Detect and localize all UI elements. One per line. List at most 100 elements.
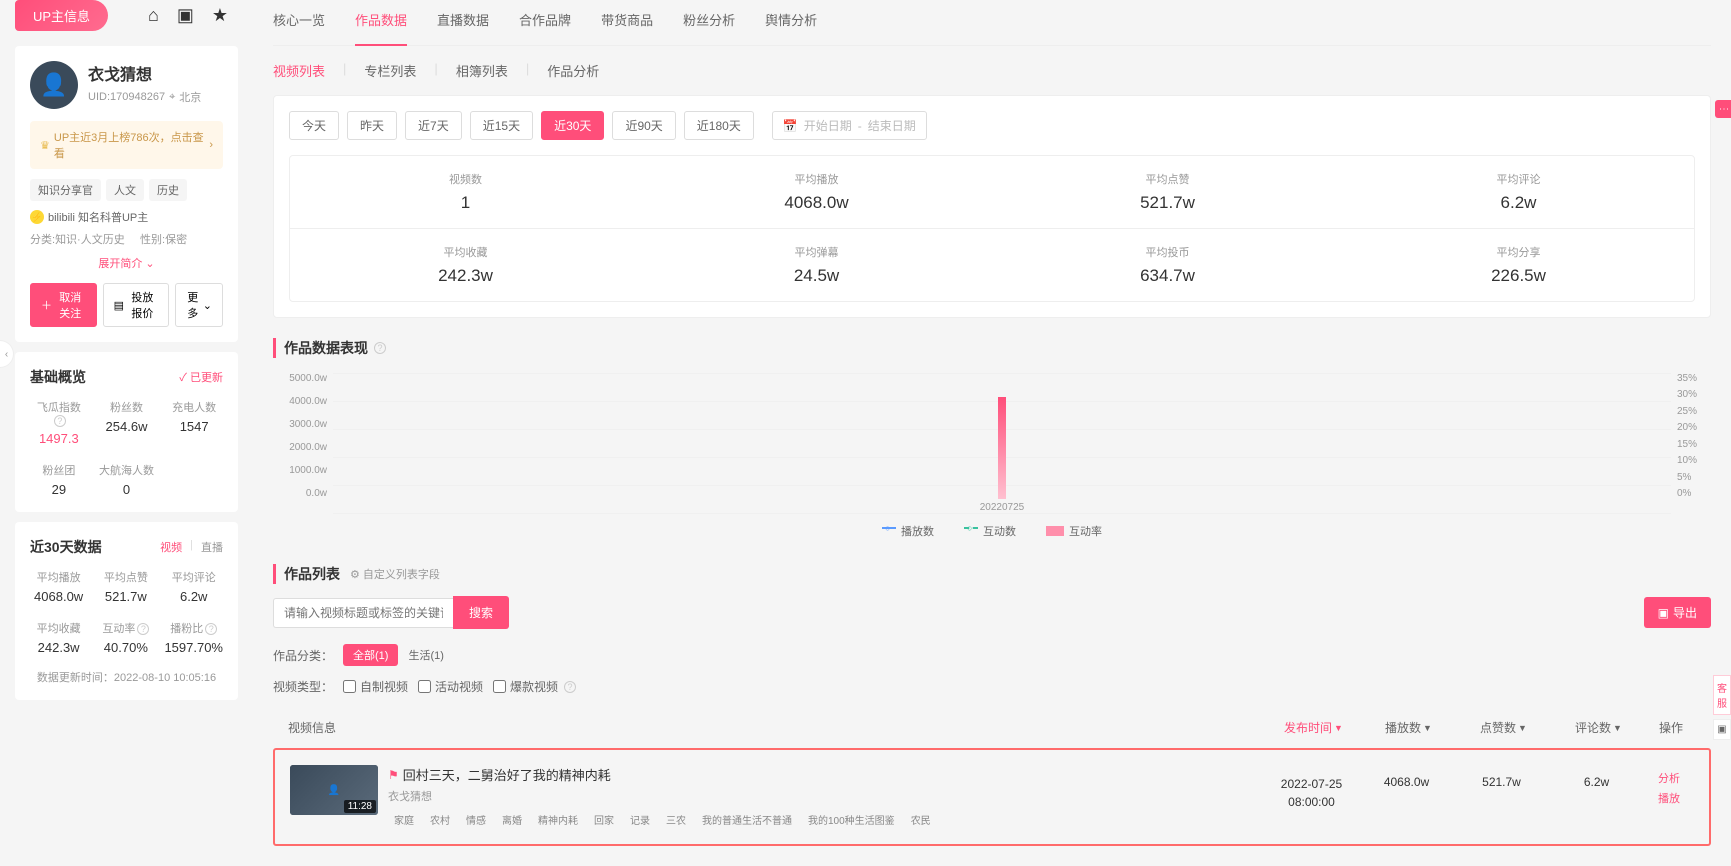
overview-title: 基础概览	[30, 367, 86, 387]
cell-play: 4068.0w	[1359, 765, 1454, 789]
stat-value: 29	[30, 482, 88, 497]
legend-play[interactable]: 播放数	[882, 523, 934, 539]
search-button[interactable]: 搜索	[453, 596, 509, 629]
search-input[interactable]	[273, 598, 453, 628]
sub-tab[interactable]: 作品分析	[547, 61, 599, 80]
float-qr[interactable]: ▣	[1713, 719, 1731, 740]
stat-label: 平均弹幕	[641, 244, 992, 260]
stat-label: 平均收藏	[290, 244, 641, 260]
top-tab[interactable]: 粉丝分析	[683, 10, 735, 35]
vtype-hot[interactable]: 爆款视频?	[493, 678, 576, 695]
subtab-live[interactable]: 直播	[201, 539, 223, 555]
video-tag[interactable]: 离婚	[496, 810, 528, 829]
video-tag[interactable]: 我的普通生活不普通	[696, 810, 798, 829]
stat-label: 充电人数	[165, 399, 223, 415]
custom-columns-link[interactable]: ⚙自定义列表字段	[350, 566, 440, 582]
time-option[interactable]: 近90天	[612, 111, 675, 140]
th-op: 操作	[1646, 719, 1696, 736]
date-range-picker[interactable]: 📅开始日期-结束日期	[772, 111, 927, 140]
cell-time: 2022-07-25 08:00:00	[1264, 765, 1359, 811]
video-tag[interactable]: 我的100种生活图鉴	[802, 810, 901, 829]
filter-life[interactable]: 生活(1)	[408, 647, 443, 663]
expand-intro-link[interactable]: 展开简介 ⌄	[30, 255, 223, 271]
legend-rate[interactable]: 互动率	[1046, 523, 1102, 539]
stat-label: 平均播放	[30, 569, 87, 585]
stat-value: 521.7w	[992, 193, 1343, 213]
th-play[interactable]: 播放数▼	[1361, 719, 1456, 736]
tag[interactable]: 知识分享官	[30, 179, 101, 201]
star-icon[interactable]: ★	[212, 5, 228, 26]
profile-card: 👤 衣戈猜想 UID:170948267 ⌖ 北京 ♛ UP主近3月上榜786次…	[15, 46, 238, 342]
top-tab[interactable]: 带货商品	[601, 10, 653, 35]
video-tag[interactable]: 记录	[624, 810, 656, 829]
chevron-down-icon: ⌄	[145, 258, 154, 270]
video-tag[interactable]: 农村	[424, 810, 456, 829]
sub-tab[interactable]: 相簿列表	[456, 61, 508, 80]
duration-badge: 11:28	[344, 800, 376, 813]
chart-section-title: 作品数据表现	[284, 338, 368, 358]
top-tab[interactable]: 合作品牌	[519, 10, 571, 35]
help-icon[interactable]: ?	[564, 681, 576, 693]
video-tag[interactable]: 精神内耗	[532, 810, 584, 829]
avatar[interactable]: 👤	[30, 61, 78, 109]
video-tag[interactable]: 家庭	[388, 810, 420, 829]
filter-all[interactable]: 全部(1)	[343, 644, 398, 666]
rank-banner[interactable]: ♛ UP主近3月上榜786次，点击查看 ›	[30, 121, 223, 169]
more-button[interactable]: 更多 ⌄	[175, 283, 223, 327]
time-option[interactable]: 今天	[289, 111, 339, 140]
cell-like: 521.7w	[1454, 765, 1549, 789]
stat-label: 平均播放	[641, 171, 992, 187]
top-tab[interactable]: 核心一览	[273, 10, 325, 35]
sub-tab[interactable]: 视频列表	[273, 61, 325, 80]
video-tag[interactable]: 三农	[660, 810, 692, 829]
th-comment[interactable]: 评论数▼	[1551, 719, 1646, 736]
vtype-event[interactable]: 活动视频	[418, 678, 483, 695]
vtype-self[interactable]: 自制视频	[343, 678, 408, 695]
time-option[interactable]: 近7天	[405, 111, 462, 140]
time-option[interactable]: 近180天	[684, 111, 754, 140]
crown-icon: ♛	[40, 139, 50, 152]
op-play[interactable]: 播放	[1644, 790, 1694, 806]
home-icon[interactable]: ⌂	[148, 5, 159, 26]
cert-text: bilibili 知名科普UP主	[48, 209, 148, 225]
time-option[interactable]: 近15天	[470, 111, 533, 140]
float-kf[interactable]: 客服	[1713, 675, 1731, 715]
video-tag[interactable]: 回家	[588, 810, 620, 829]
quote-button[interactable]: ▤ 投放报价	[103, 283, 169, 327]
video-title[interactable]: 回村三天，二舅治好了我的精神内耗	[403, 765, 611, 784]
chart-area: 5000.0w4000.0w3000.0w2000.0w1000.0w0.0w …	[273, 373, 1711, 513]
op-analyze[interactable]: 分析	[1644, 770, 1694, 786]
stat-label: 大航海人数	[98, 462, 156, 478]
video-thumbnail[interactable]: 👤 11:28	[290, 765, 378, 815]
help-icon[interactable]: ?	[374, 342, 386, 354]
top-tab[interactable]: 作品数据	[355, 10, 407, 46]
export-button[interactable]: ▣导出	[1644, 597, 1711, 628]
th-time[interactable]: 发布时间▼	[1266, 719, 1361, 736]
top-tab[interactable]: 直播数据	[437, 10, 489, 35]
stat-value: 4068.0w	[641, 193, 992, 213]
top-tab[interactable]: 舆情分析	[765, 10, 817, 35]
stat-label: 视频数	[290, 171, 641, 187]
stat-value: 242.3w	[290, 266, 641, 286]
float-feedback[interactable]: ⋮	[1715, 100, 1731, 118]
stat-value: 1	[290, 193, 641, 213]
unfollow-button[interactable]: ＋ 取消关注	[30, 283, 97, 327]
sub-tab[interactable]: 专栏列表	[364, 61, 416, 80]
th-like[interactable]: 点赞数▼	[1456, 719, 1551, 736]
time-option[interactable]: 昨天	[347, 111, 397, 140]
tag[interactable]: 人文	[106, 179, 144, 201]
video-tag[interactable]: 农民	[905, 810, 937, 829]
sidebar-tab-up-info[interactable]: UP主信息	[15, 0, 108, 31]
subtab-video[interactable]: 视频	[160, 539, 182, 555]
stat-label: 粉丝团	[30, 462, 88, 478]
stat-label: 平均投币	[992, 244, 1343, 260]
location-text: 北京	[179, 89, 201, 105]
video-tag[interactable]: 情感	[460, 810, 492, 829]
legend-interact[interactable]: 互动数	[964, 523, 1016, 539]
tv-icon[interactable]: ▣	[177, 5, 194, 26]
stat-label: 粉丝数	[98, 399, 156, 415]
stat-value: 24.5w	[641, 266, 992, 286]
tag[interactable]: 历史	[149, 179, 187, 201]
time-option[interactable]: 近30天	[541, 111, 604, 140]
stat-label: 平均点赞	[97, 569, 154, 585]
